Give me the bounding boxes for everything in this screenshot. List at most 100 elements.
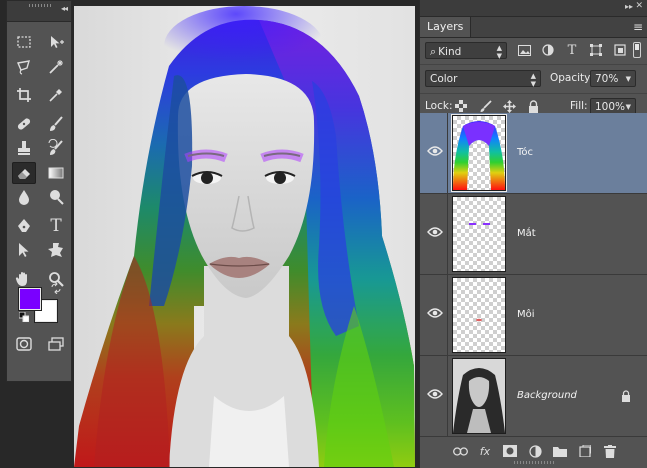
blend-mode-dropdown[interactable]: Color ▲ ▼ [425, 70, 541, 88]
filter-toggle[interactable] [633, 42, 641, 58]
screen-mode-icon[interactable] [44, 333, 68, 355]
quick-mask-icon[interactable] [12, 333, 36, 355]
default-colors-icon[interactable] [19, 312, 29, 322]
eraser-icon[interactable] [12, 161, 36, 184]
blend-row: Color ▲ ▼ Opacity: 70% ▼ [420, 65, 647, 94]
document-canvas[interactable] [74, 6, 415, 467]
opacity-value: 70% [595, 73, 619, 85]
fill-label: Fill: [570, 100, 588, 112]
lock-label: Lock: [425, 100, 453, 112]
layer-name[interactable]: Background [517, 390, 577, 401]
layer-thumbnail[interactable] [452, 358, 506, 434]
visibility-eye-icon[interactable] [427, 388, 443, 400]
shape-icon[interactable] [44, 239, 68, 261]
layer-row-moi[interactable]: Môi [420, 275, 647, 356]
magic-wand-icon[interactable] [44, 56, 68, 78]
chevron-down-icon[interactable]: ▼ [626, 102, 631, 111]
layer-name[interactable]: Mắt [517, 228, 536, 239]
opacity-label: Opacity: [550, 72, 594, 84]
layers-bottom-bar: fx [420, 436, 647, 468]
delete-layer-icon[interactable] [602, 443, 618, 459]
layer-thumbnail[interactable] [452, 196, 506, 272]
fx-icon[interactable]: fx [477, 443, 493, 459]
eyedropper-icon[interactable] [44, 84, 68, 106]
panel-grip[interactable] [29, 4, 51, 7]
tools-panel: ◂◂ T [6, 0, 72, 382]
blend-mode-value: Color [430, 73, 458, 85]
pen-icon[interactable] [12, 215, 36, 237]
panel-tabbar: Layers ≡ [420, 17, 647, 38]
eyes-thumbnail-image [469, 223, 490, 225]
lock-pixels-icon[interactable] [478, 99, 492, 113]
fill-value: 100% [595, 101, 626, 113]
brush-icon[interactable] [44, 113, 68, 135]
path-selection-icon[interactable] [12, 239, 36, 261]
add-mask-icon[interactable] [502, 443, 518, 459]
gradient-icon[interactable] [44, 162, 68, 184]
close-panel-icon[interactable]: ✕ [635, 1, 643, 11]
clone-stamp-icon[interactable] [12, 137, 36, 159]
lock-position-icon[interactable] [502, 99, 516, 113]
history-brush-icon[interactable] [44, 137, 68, 159]
lock-icons [454, 99, 540, 113]
opacity-field[interactable]: 70% ▼ [590, 70, 636, 87]
mode-row [12, 333, 68, 355]
panel-menu-icon[interactable]: ≡ [633, 20, 643, 34]
dodge-icon[interactable] [44, 186, 68, 208]
image-filter-icon[interactable] [516, 42, 532, 58]
background-thumbnail-image [453, 359, 505, 433]
smart-object-filter-icon[interactable] [612, 42, 628, 58]
move-icon[interactable] [44, 31, 68, 53]
panel-resize-grip[interactable] [514, 461, 554, 464]
foreground-color-swatch[interactable] [19, 288, 41, 310]
type-icon[interactable]: T [44, 215, 68, 237]
type-filter-icon[interactable]: T [564, 42, 580, 58]
rectangular-marquee-icon[interactable] [12, 31, 36, 53]
new-layer-icon[interactable] [577, 443, 593, 459]
shape-filter-icon[interactable] [588, 42, 604, 58]
portrait-image [74, 6, 415, 467]
color-swatches [19, 282, 63, 324]
chevron-down-icon[interactable]: ▼ [626, 74, 631, 83]
dropdown-arrows-icon: ▲ ▼ [496, 44, 502, 60]
hair-thumbnail-image [453, 121, 505, 190]
lock-icon [622, 390, 630, 402]
filter-kind-dropdown[interactable]: ⌕ Kind ▲ ▼ [425, 42, 507, 60]
link-layers-icon[interactable] [452, 443, 468, 459]
filter-kind-value: Kind [438, 46, 462, 58]
blur-icon[interactable] [12, 186, 36, 208]
new-group-icon[interactable] [552, 443, 568, 459]
new-adjustment-icon[interactable] [527, 443, 543, 459]
type-tool-glyph: T [50, 215, 62, 236]
layer-name[interactable]: Môi [517, 309, 535, 320]
crop-icon[interactable] [12, 84, 36, 106]
layer-row-mat[interactable]: Mắt [420, 194, 647, 275]
tab-layers[interactable]: Layers [420, 17, 472, 37]
visibility-eye-icon[interactable] [427, 145, 443, 157]
search-icon: ⌕ [430, 45, 437, 58]
tools-panel-header[interactable]: ◂◂ [7, 1, 71, 22]
layer-list: Tóc Mắt Môi Background [420, 113, 647, 437]
lock-transparency-icon[interactable] [454, 99, 468, 113]
swap-colors-icon[interactable] [50, 282, 62, 294]
filter-icons: T [516, 42, 628, 58]
filter-row: ⌕ Kind ▲ ▼ T [420, 38, 647, 65]
layer-thumbnail[interactable] [452, 115, 506, 191]
collapse-icon[interactable]: ◂◂ [61, 4, 68, 13]
lasso-icon[interactable] [12, 56, 36, 78]
healing-brush-icon[interactable] [12, 113, 36, 135]
type-filter-glyph: T [567, 42, 577, 58]
layer-thumbnail[interactable] [452, 277, 506, 353]
layer-row-background[interactable]: Background [420, 356, 647, 437]
collapse-panel-icon[interactable]: ▸▸ [625, 2, 633, 11]
lips-thumbnail-image [476, 318, 482, 322]
dropdown-arrows-icon: ▲ ▼ [530, 72, 536, 88]
lock-all-icon[interactable] [526, 99, 540, 113]
layers-panel: ▸▸ ✕ Layers ≡ ⌕ Kind ▲ ▼ T Color ▲ ▼ Opacit… [419, 0, 647, 468]
layer-name[interactable]: Tóc [517, 147, 533, 158]
visibility-eye-icon[interactable] [427, 226, 443, 238]
adjustment-filter-icon[interactable] [540, 42, 556, 58]
layers-panel-header[interactable]: ▸▸ ✕ [420, 0, 647, 17]
visibility-eye-icon[interactable] [427, 307, 443, 319]
layer-row-toc[interactable]: Tóc [420, 113, 647, 194]
